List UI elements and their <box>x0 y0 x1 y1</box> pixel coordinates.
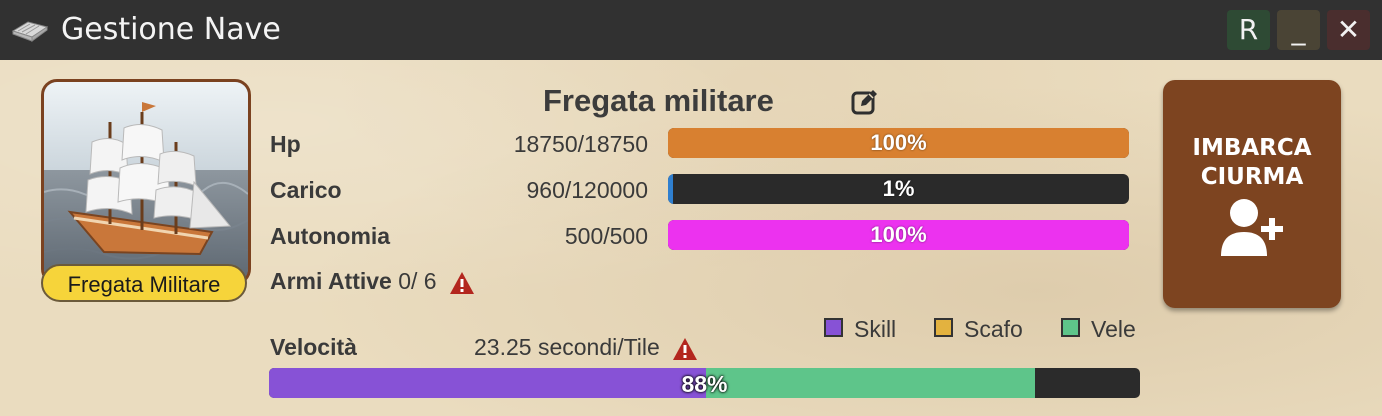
speed-bar-text: 88% <box>681 371 728 397</box>
speed-label: Velocità <box>270 334 357 360</box>
legend-vele-text: Vele <box>1091 316 1136 342</box>
close-button[interactable]: ✕ <box>1327 10 1370 50</box>
autonomy-bar: 100% <box>668 220 1129 250</box>
title-bar[interactable]: Gestione Nave R _ ✕ <box>0 0 1382 60</box>
embark-crew-line1: IMBARCA <box>1192 135 1312 161</box>
embark-crew-label: IMBARCA CIURMA <box>1163 134 1341 192</box>
legend-vele: Vele <box>1061 316 1151 342</box>
hp-bar-text: 100% <box>870 130 927 155</box>
ship-type-label: Fregata Militare <box>41 264 247 302</box>
minimize-button[interactable]: _ <box>1277 10 1320 50</box>
ship-management-window: Gestione Nave R _ ✕ Fregata Militare Fre… <box>0 0 1382 416</box>
ship-name-row: Fregata militare <box>543 81 877 121</box>
warning-icon[interactable] <box>672 337 698 361</box>
cargo-bar-text: 1% <box>882 176 915 201</box>
refresh-button[interactable]: R <box>1227 10 1270 50</box>
autonomy-value: 500/500 <box>564 223 648 249</box>
autonomy-label: Autonomia <box>270 223 391 249</box>
speed-bar: 88% <box>269 368 1140 398</box>
edit-icon[interactable] <box>849 87 879 117</box>
cargo-label: Carico <box>270 177 342 203</box>
ship-image <box>41 79 251 285</box>
legend-skill: Skill <box>824 316 914 342</box>
legend-vele-swatch <box>1061 318 1080 337</box>
embark-crew-button[interactable]: IMBARCA CIURMA <box>1163 80 1341 308</box>
hp-value: 18750/18750 <box>513 131 648 157</box>
embark-crew-line2: CIURMA <box>1200 164 1304 190</box>
active-weapons-row: Armi Attive 0/ 6 <box>270 266 475 296</box>
legend-scafo: Scafo <box>934 316 1044 342</box>
warning-icon[interactable] <box>449 271 475 295</box>
active-weapons-value: 0/ 6 <box>398 268 437 294</box>
legend-scafo-swatch <box>934 318 953 337</box>
add-user-icon <box>1221 199 1283 256</box>
speed-value-row: 23.25 secondi/Tile <box>474 332 698 362</box>
window-title: Gestione Nave <box>61 12 281 47</box>
legend-skill-swatch <box>824 318 843 337</box>
hp-label: Hp <box>270 131 301 157</box>
book-icon <box>11 21 49 42</box>
active-weapons-label: Armi Attive <box>270 268 392 294</box>
cargo-value: 960/120000 <box>526 177 648 203</box>
speed-value: 23.25 secondi/Tile <box>474 334 660 360</box>
cargo-bar: 1% <box>668 174 1129 204</box>
hp-bar: 100% <box>668 128 1129 158</box>
ship-name: Fregata militare <box>543 83 774 118</box>
legend-skill-text: Skill <box>854 316 897 342</box>
legend-scafo-text: Scafo <box>964 316 1023 342</box>
autonomy-bar-text: 100% <box>870 222 927 247</box>
